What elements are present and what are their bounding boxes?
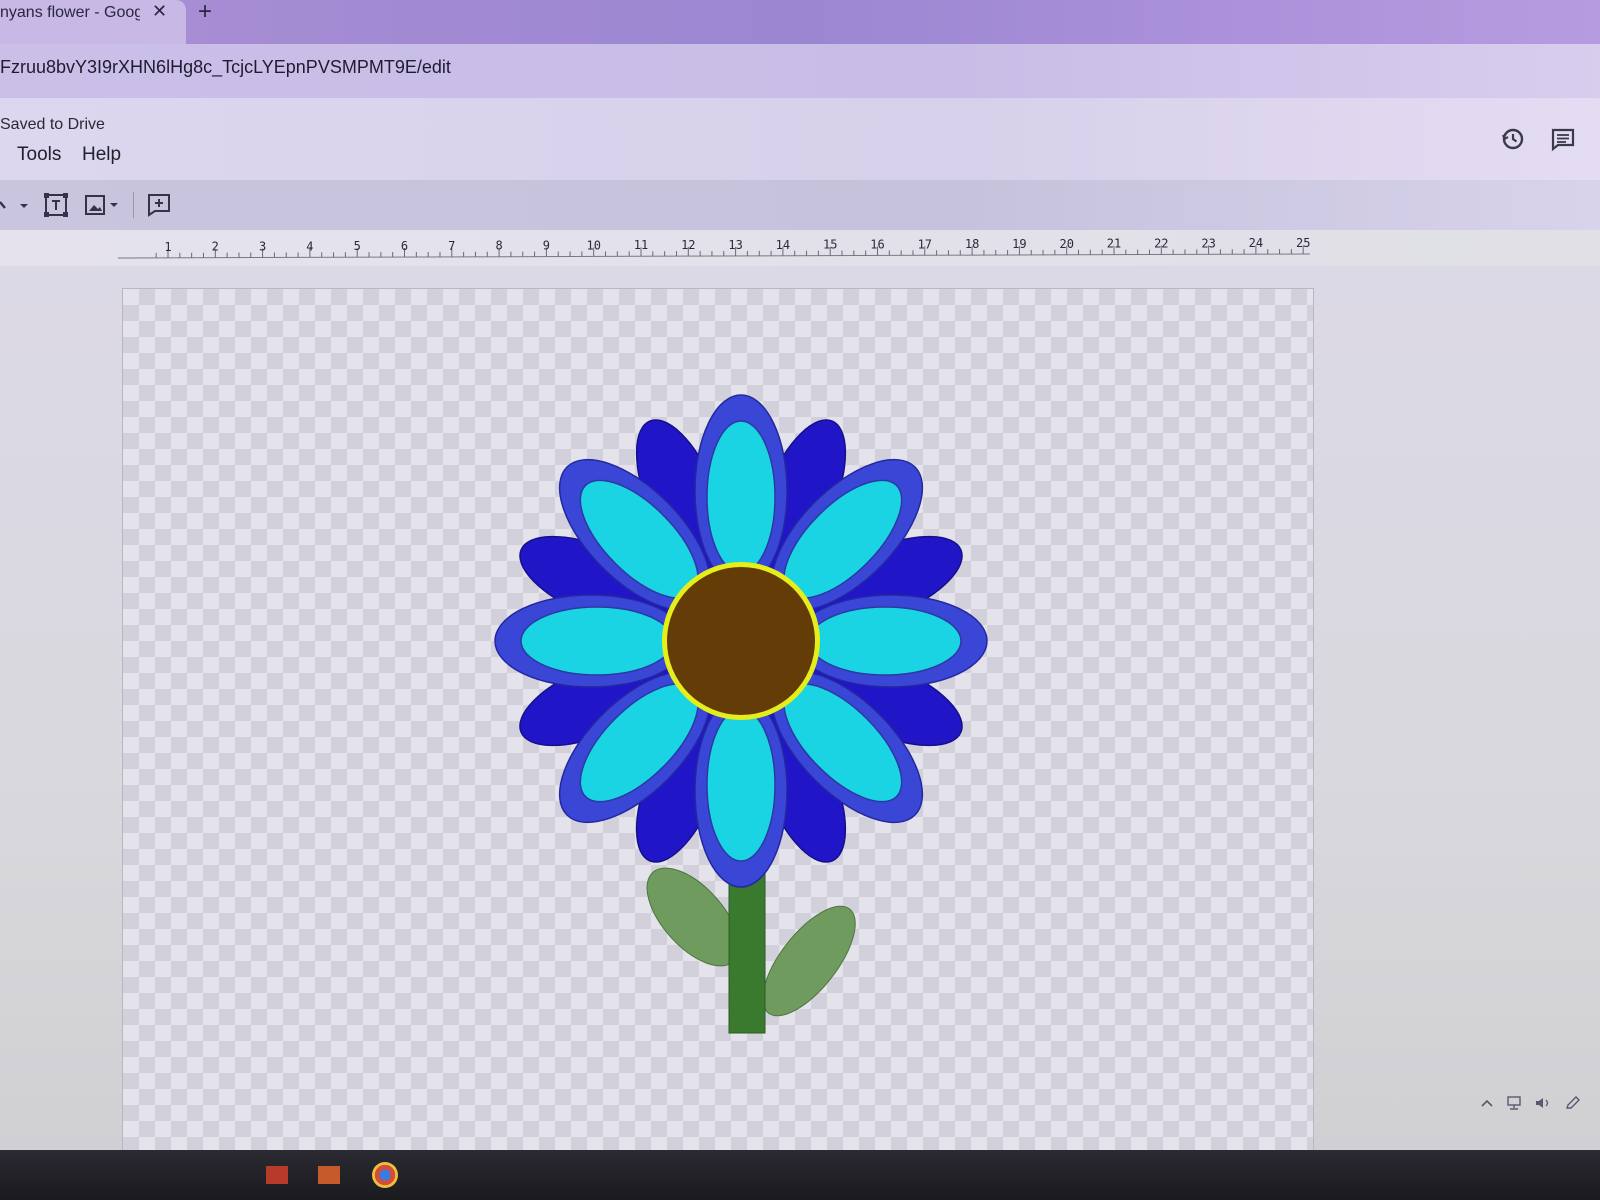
menu-tools[interactable]: Tools	[17, 144, 61, 166]
ruler-label: 23	[1201, 236, 1215, 250]
inner-petal[interactable]	[706, 420, 776, 574]
ruler-label: 21	[1107, 237, 1121, 251]
browser-tab-bar: nyans flower - Googl ✕ +	[0, 0, 1600, 44]
toolbar-divider	[133, 192, 134, 218]
ruler-label: 11	[634, 238, 648, 252]
doc-header: Saved to Drive Tools Help	[0, 98, 1600, 180]
ruler-label: 13	[728, 238, 742, 252]
drawing-canvas[interactable]	[122, 288, 1314, 1160]
ruler-label: 6	[401, 239, 408, 253]
ruler-label: 8	[495, 239, 502, 253]
comments-icon[interactable]	[1550, 126, 1576, 152]
address-bar[interactable]: Fzruu8bvY3I9rXHN6lHg8c_TcjcLYEpnPVSMPMT9…	[0, 44, 1600, 98]
drawing-toolbar	[0, 180, 1600, 230]
close-icon[interactable]: ✕	[152, 1, 167, 22]
ruler-label: 5	[354, 239, 361, 253]
ruler-label: 2	[212, 240, 219, 254]
ruler-label: 24	[1249, 236, 1263, 250]
ruler-label: 25	[1296, 236, 1310, 250]
inner-petal[interactable]	[808, 606, 962, 676]
ruler-label: 18	[965, 237, 979, 251]
url-text[interactable]: Fzruu8bvY3I9rXHN6lHg8c_TcjcLYEpnPVSMPMT9…	[0, 57, 451, 78]
ruler-label: 15	[823, 238, 837, 252]
chrome-icon[interactable]	[372, 1162, 398, 1188]
ruler-label: 19	[1012, 237, 1026, 251]
inner-petal[interactable]	[706, 708, 776, 862]
new-tab-button[interactable]: +	[198, 0, 212, 26]
flower-center[interactable]	[667, 567, 815, 715]
tab-title: nyans flower - Googl	[0, 4, 140, 21]
ruler-label: 10	[586, 238, 600, 252]
app-icon[interactable]	[266, 1166, 288, 1184]
horizontal-ruler: 1 2 3 4 5 6 7 8 9 10 11 12 13 14 15 16 17 18 19 20 21 22 23 24 2…	[0, 230, 1600, 266]
ruler-scale: 1 2 3 4 5 6 7 8 9 10 11 12 13 14 15 16 17 18 19 20 21 22 23 24 2…	[117, 236, 1310, 259]
inner-petal[interactable]	[520, 606, 674, 676]
pen-icon[interactable]	[1564, 1096, 1582, 1113]
image-icon[interactable]	[84, 192, 124, 223]
chevron-up-icon[interactable]	[1480, 1096, 1494, 1113]
ruler-label: 1	[164, 240, 171, 254]
ruler-label: 3	[259, 240, 266, 254]
flower-drawing	[494, 394, 988, 1034]
text-box-icon[interactable]	[43, 192, 69, 223]
history-icon[interactable]	[1500, 126, 1526, 152]
browser-tab[interactable]: nyans flower - Googl ✕	[0, 0, 186, 44]
ruler-label: 4	[306, 239, 313, 253]
ruler-label: 7	[448, 239, 455, 253]
folder-icon[interactable]	[318, 1166, 340, 1184]
ruler-label: 12	[681, 238, 695, 252]
save-status: Saved to Drive	[0, 116, 105, 133]
workspace	[0, 266, 1600, 1200]
ruler-label: 14	[776, 238, 790, 252]
taskbar	[0, 1150, 1600, 1200]
ruler-label: 16	[870, 237, 884, 251]
ruler-label: 9	[543, 239, 550, 253]
volume-icon[interactable]	[1534, 1096, 1552, 1113]
network-icon[interactable]	[1506, 1096, 1524, 1113]
add-comment-icon[interactable]	[146, 192, 172, 223]
ruler-label: 22	[1154, 236, 1168, 250]
ruler-label: 20	[1059, 237, 1073, 251]
menu-help[interactable]: Help	[82, 144, 121, 166]
ruler-label: 17	[918, 237, 932, 251]
select-arrow-icon[interactable]	[0, 192, 34, 223]
